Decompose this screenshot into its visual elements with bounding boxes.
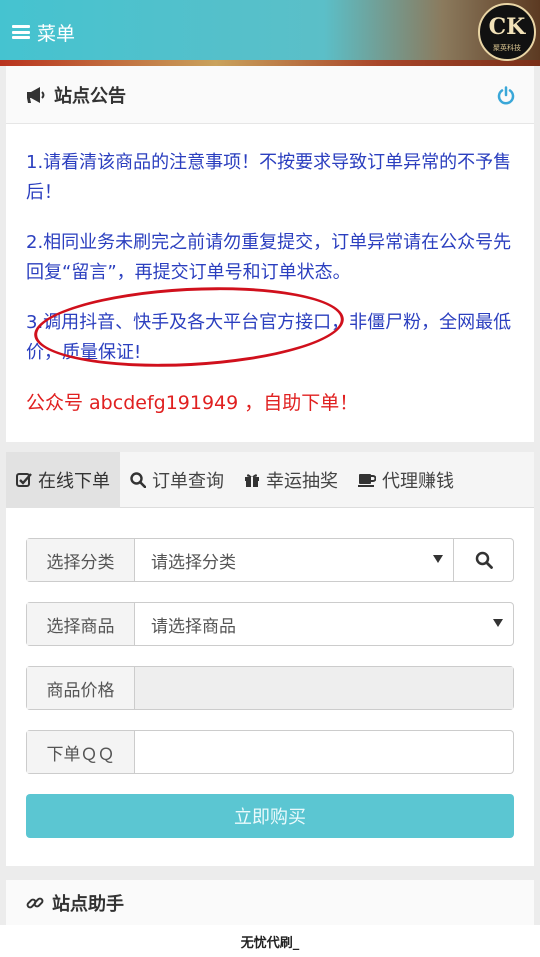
tab-label: 订单查询 [152, 471, 224, 492]
category-label: 选择分类 [27, 539, 135, 581]
dropdown-caret-icon [433, 555, 443, 563]
power-icon[interactable] [496, 86, 516, 106]
link-icon [26, 897, 44, 908]
helper-panel: 站点助手 [6, 880, 534, 925]
page-footer: 无忧代刷_ [0, 925, 540, 957]
gift-icon [245, 474, 259, 487]
notice-item: 2.相同业务未刷完之前请勿重复提交，订单异常请在公众号先回复“留言”，再提交订单… [26, 232, 512, 283]
helper-header: 站点助手 [6, 880, 534, 925]
price-label: 商品价格 [27, 667, 135, 709]
order-form: 选择分类 请选择分类 选择商品 请选择商品 商品价格 下单ＱＱ 立即购买 [6, 508, 534, 866]
megaphone-icon [27, 86, 45, 103]
qq-row: 下单ＱＱ [26, 730, 514, 774]
top-bar: 菜单 CK 聚英科技 [0, 0, 540, 66]
qq-input[interactable] [135, 731, 513, 773]
tab-lucky-draw[interactable]: 幸运抽奖 [234, 452, 348, 508]
category-select-value: 请选择分类 [151, 552, 236, 573]
checkbox-icon [16, 473, 32, 487]
product-label: 选择商品 [27, 603, 135, 645]
notice-panel: 站点公告 1.请看清该商品的注意事项！不按要求导致订单异常的不予售后！ 2.相同… [6, 66, 534, 442]
footer-text: 无忧代刷_ [240, 935, 300, 951]
site-logo[interactable]: CK 聚英科技 [478, 3, 536, 61]
category-search-button[interactable] [453, 539, 513, 581]
category-row: 选择分类 请选择分类 [26, 538, 514, 582]
notice-header: 站点公告 [6, 66, 534, 124]
logo-mark: CK [488, 14, 526, 40]
product-select-value: 请选择商品 [151, 616, 236, 637]
search-icon [475, 551, 493, 569]
tab-label: 幸运抽奖 [266, 471, 338, 492]
notice-highlight: 公众号 abcdefg191949 ，自助下单！ [26, 392, 359, 414]
search-icon [130, 472, 146, 488]
category-select[interactable]: 请选择分类 [135, 539, 453, 581]
notice-body: 1.请看清该商品的注意事项！不按要求导致订单异常的不予售后！ 2.相同业务未刷完… [6, 124, 534, 418]
product-row: 选择商品 请选择商品 [26, 602, 514, 646]
product-select[interactable]: 请选择商品 [135, 603, 513, 645]
price-field [135, 667, 513, 709]
tab-online-order[interactable]: 在线下单 [6, 452, 120, 508]
qq-label: 下单ＱＱ [27, 731, 135, 773]
buy-now-button[interactable]: 立即购买 [26, 794, 514, 838]
tab-order-query[interactable]: 订单查询 [120, 452, 234, 508]
menu-label: 菜单 [37, 22, 76, 45]
notice-title: 站点公告 [54, 85, 126, 107]
coffee-icon [358, 474, 376, 487]
menu-button[interactable]: 菜单 [12, 18, 75, 46]
notice-item: 1.请看清该商品的注意事项！不按要求导致订单异常的不予售后！ [26, 152, 512, 203]
tab-label: 在线下单 [38, 471, 110, 492]
dropdown-caret-icon [493, 619, 503, 627]
tab-label: 代理赚钱 [382, 471, 454, 492]
tab-agent-earn[interactable]: 代理赚钱 [348, 452, 464, 508]
price-row: 商品价格 [26, 666, 514, 710]
order-tabs: 在线下单 订单查询 幸运抽奖 代理赚钱 [6, 452, 534, 508]
helper-title: 站点助手 [52, 893, 124, 915]
logo-subtitle: 聚英科技 [493, 44, 521, 52]
hamburger-icon [12, 25, 30, 39]
